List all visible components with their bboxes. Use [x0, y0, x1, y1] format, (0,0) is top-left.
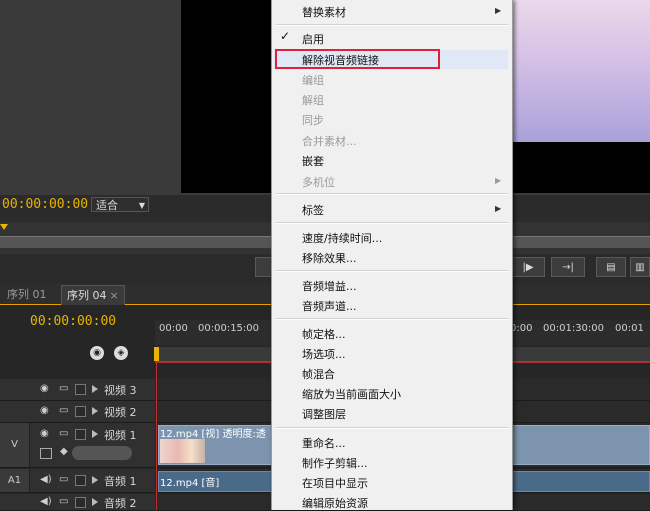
menu-item-adjustment-layer[interactable]: 调整图层: [302, 406, 346, 422]
menu-separator: [276, 270, 508, 272]
video-clip-label: 12.mp4 [视] 透明度:透: [160, 429, 266, 440]
sync-icon[interactable]: ▭: [59, 496, 68, 507]
play-to-out-button[interactable]: |▶: [511, 257, 545, 277]
track-name-audio-2: 音频 2: [104, 497, 137, 510]
snap-icon[interactable]: ◉: [90, 346, 104, 360]
menu-separator: [276, 427, 508, 429]
monitor-timecode[interactable]: 00:00:00:00: [2, 197, 88, 212]
display-style-icon[interactable]: [40, 448, 52, 459]
chevron-down-icon: ▼: [138, 201, 145, 210]
lock-toggle[interactable]: [75, 406, 86, 417]
menu-item-frame-hold[interactable]: 帧定格...: [302, 326, 346, 342]
speaker-icon[interactable]: ◀): [40, 496, 52, 507]
playhead-icon[interactable]: [154, 347, 159, 361]
track-name-video-3: 视频 3: [104, 384, 137, 397]
eye-icon[interactable]: ◉: [40, 383, 49, 394]
zoom-fit-label: 适合: [96, 199, 118, 212]
menu-item-label[interactable]: 标签: [302, 202, 324, 218]
lock-toggle[interactable]: [75, 475, 86, 486]
menu-item-enable[interactable]: 启用: [302, 31, 324, 47]
menu-item-frame-blend[interactable]: 帧混合: [302, 366, 335, 382]
menu-item-nest[interactable]: 嵌套: [302, 153, 324, 169]
extract-button[interactable]: ▥: [630, 257, 650, 277]
keyframe-nav-control[interactable]: [72, 446, 132, 460]
lock-toggle[interactable]: [75, 384, 86, 395]
menu-item-remove-effects[interactable]: 移除效果...: [302, 250, 357, 266]
close-icon[interactable]: ×: [110, 289, 119, 302]
film-icon[interactable]: ▭: [59, 405, 68, 416]
keyframe-icon[interactable]: ◆: [60, 446, 68, 457]
menu-item-merge-clips[interactable]: 合并素材...: [302, 133, 357, 149]
tab-sequence-04[interactable]: 序列 04 ×: [61, 285, 125, 305]
menu-separator: [276, 318, 508, 320]
video-preview-image: [512, 0, 650, 142]
menu-item-synchronize[interactable]: 同步: [302, 112, 324, 128]
menu-item-make-subclip[interactable]: 制作子剪辑...: [302, 455, 368, 471]
step-forward-button[interactable]: →|: [551, 257, 585, 277]
menu-item-audio-channels[interactable]: 音频声道...: [302, 298, 357, 314]
check-icon: ✓: [280, 29, 291, 43]
menu-item-ungroup[interactable]: 解组: [302, 92, 324, 108]
video-clip-continuation[interactable]: [512, 425, 650, 465]
source-patch-a1[interactable]: A1: [0, 469, 30, 492]
lift-icon: ▤: [606, 262, 616, 273]
sync-icon[interactable]: ▭: [59, 474, 68, 485]
clip-thumbnail: [160, 439, 205, 463]
expand-triangle-icon[interactable]: [92, 498, 98, 506]
ruler-label: 00:00: [159, 323, 188, 334]
eye-icon[interactable]: ◉: [40, 405, 49, 416]
expand-triangle-icon[interactable]: [92, 385, 98, 393]
film-icon[interactable]: ▭: [59, 383, 68, 394]
lift-button[interactable]: ▤: [596, 257, 626, 277]
track-name-video-1: 视频 1: [104, 429, 137, 442]
lock-toggle[interactable]: [75, 429, 86, 440]
monitor-playhead-icon[interactable]: [0, 224, 8, 230]
film-icon[interactable]: ▭: [59, 428, 68, 439]
track-name-video-2: 视频 2: [104, 406, 137, 419]
expand-triangle-icon[interactable]: [92, 430, 98, 438]
source-patch-v[interactable]: V: [0, 423, 30, 467]
timeline-timecode[interactable]: 00:00:00:00: [30, 314, 116, 329]
menu-separator: [276, 24, 508, 26]
menu-separator: [276, 193, 508, 195]
menu-item-replace-footage[interactable]: 替换素材: [302, 4, 346, 20]
ruler-label: 00:00:15:00: [198, 323, 260, 334]
expand-triangle-icon[interactable]: [92, 476, 98, 484]
eye-icon[interactable]: ◉: [40, 428, 49, 439]
menu-item-speed-duration[interactable]: 速度/持续时间...: [302, 230, 382, 246]
speaker-icon[interactable]: ◀): [40, 474, 52, 485]
tab-sequence-01[interactable]: 序列 01: [2, 285, 52, 304]
track-name-audio-1: 音频 1: [104, 475, 137, 488]
submenu-arrow-icon: ▶: [495, 204, 502, 213]
submenu-arrow-icon: ▶: [495, 176, 502, 185]
menu-item-field-options[interactable]: 场选项...: [302, 346, 346, 362]
audio-clip-continuation[interactable]: [512, 471, 650, 492]
ruler-label: 00:01:30:00: [543, 323, 605, 334]
menu-item-scale-to-frame[interactable]: 缩放为当前画面大小: [302, 386, 401, 402]
menu-item-edit-original[interactable]: 编辑原始资源: [302, 495, 368, 511]
step-icon: →|: [562, 262, 574, 273]
marker-icon[interactable]: ◈: [114, 346, 128, 360]
play-icon: |▶: [522, 262, 534, 273]
ruler-label: 00:01: [615, 323, 644, 334]
menu-item-rename[interactable]: 重命名...: [302, 435, 346, 451]
menu-separator: [276, 222, 508, 224]
menu-item-audio-gain[interactable]: 音频增益...: [302, 278, 357, 294]
menu-item-group[interactable]: 编组: [302, 72, 324, 88]
menu-item-multi-camera[interactable]: 多机位: [302, 174, 335, 190]
annotation-highlight-box: [275, 49, 440, 69]
zoom-fit-select[interactable]: 适合 ▼: [91, 197, 149, 212]
tab-sequence-04-label: 序列 04: [67, 289, 107, 302]
extract-icon: ▥: [635, 262, 645, 273]
ruler-label: 0:00: [510, 323, 533, 334]
lock-toggle[interactable]: [75, 497, 86, 508]
audio-clip-label: 12.mp4 [音]: [160, 478, 220, 489]
submenu-arrow-icon: ▶: [495, 6, 502, 15]
expand-triangle-icon[interactable]: [92, 407, 98, 415]
menu-item-reveal-in-project[interactable]: 在项目中显示: [302, 475, 368, 491]
